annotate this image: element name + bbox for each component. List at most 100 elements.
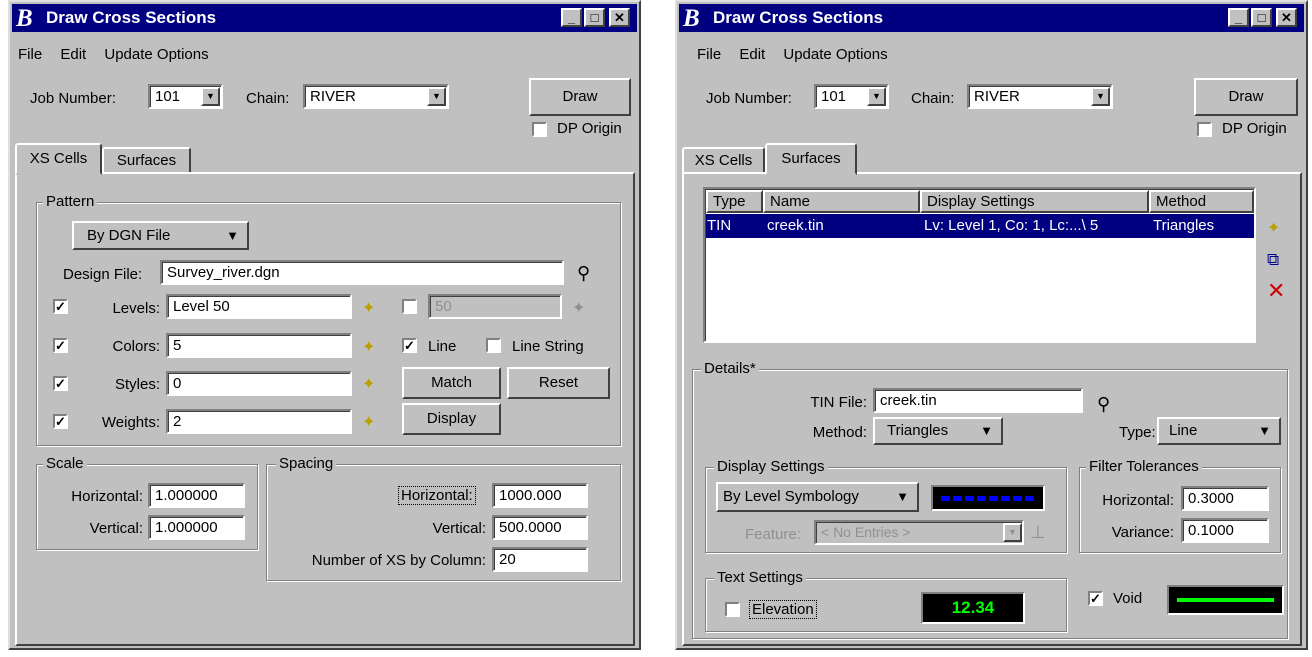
reset-button[interactable]: Reset — [507, 367, 610, 399]
text-preview[interactable]: 12.34 — [921, 592, 1025, 624]
column-header-method[interactable]: Method — [1149, 190, 1254, 213]
filter-horizontal-label: Horizontal: — [1102, 492, 1174, 509]
tab-surfaces[interactable]: Surfaces — [765, 143, 857, 175]
new-item-icon[interactable]: ✦ — [362, 298, 375, 318]
num-xs-field[interactable]: 20 — [492, 547, 588, 572]
column-header-type[interactable]: Type — [706, 190, 763, 213]
delete-icon[interactable]: ✕ — [1267, 278, 1285, 304]
colors-checkbox[interactable]: ✓ — [53, 338, 68, 353]
colors-field[interactable]: 5 — [166, 333, 352, 358]
filter-horizontal-field[interactable]: 0.3000 — [1181, 486, 1269, 511]
table-row[interactable]: TIN creek.tin Lv: Level 1, Co: 1, Lc:...… — [706, 214, 1254, 238]
line-checkbox[interactable]: ✓ — [402, 338, 417, 353]
menu-update-options[interactable]: Update Options — [104, 46, 208, 63]
cell-display-settings: Lv: Level 1, Co: 1, Lc:...\ 5 — [924, 217, 1099, 234]
chevron-down-icon[interactable]: ▼ — [1091, 87, 1110, 106]
dp-origin-label: DP Origin — [557, 120, 622, 137]
surfaces-table[interactable]: Type Name Display Settings Method TIN cr… — [703, 187, 1256, 343]
job-number-label: Job Number: — [30, 90, 116, 107]
scale-vertical-field[interactable]: 1.000000 — [148, 515, 245, 540]
menu-update-options[interactable]: Update Options — [783, 46, 887, 63]
dp-origin-checkbox[interactable] — [532, 122, 547, 137]
table-header: Type Name Display Settings Method — [706, 190, 1254, 213]
weights-checkbox[interactable]: ✓ — [53, 414, 68, 429]
styles-checkbox[interactable]: ✓ — [53, 376, 68, 391]
new-item-icon[interactable]: ✦ — [362, 337, 375, 357]
display-mode-select[interactable]: By Level Symbology ▼ — [716, 482, 919, 512]
design-file-field[interactable]: Survey_river.dgn — [160, 260, 564, 285]
close-button[interactable]: ✕ — [1276, 8, 1297, 27]
dp-origin-checkbox[interactable] — [1197, 122, 1212, 137]
type-select[interactable]: Line ▼ — [1157, 417, 1281, 445]
display-settings-title: Display Settings — [714, 458, 828, 475]
weights-field[interactable]: 2 — [166, 409, 352, 434]
chevron-down-icon[interactable]: ▼ — [201, 87, 220, 106]
chevron-down-icon: ▼ — [226, 228, 239, 243]
chevron-down-icon[interactable]: ▼ — [427, 87, 446, 106]
maximize-button[interactable]: □ — [1251, 8, 1272, 27]
right-dialog-window: B Draw Cross Sections _ □ ✕ File Edit Up… — [675, 0, 1308, 650]
spacing-horizontal-label[interactable]: Horizontal: — [398, 486, 476, 505]
levels-alt-field: 50 — [428, 294, 562, 319]
menu-edit[interactable]: Edit — [60, 46, 86, 63]
search-icon[interactable]: ⚲ — [1097, 394, 1110, 415]
text-preview-value: 12.34 — [951, 598, 995, 617]
chevron-down-icon: ▼ — [896, 489, 909, 504]
variance-field[interactable]: 0.1000 — [1181, 518, 1269, 543]
elevation-label[interactable]: Elevation — [749, 600, 817, 619]
add-surface-icon[interactable]: ✦ — [1267, 218, 1280, 238]
tin-file-field[interactable]: creek.tin — [873, 388, 1083, 413]
symbology-swatch[interactable] — [931, 485, 1045, 511]
match-button[interactable]: Match — [402, 367, 501, 399]
feature-select: < No Entries > — [814, 520, 1024, 545]
display-button[interactable]: Display — [402, 403, 501, 435]
app-logo-icon: B — [16, 5, 33, 32]
details-group-title: Details* — [701, 360, 759, 377]
left-menu-bar: File Edit Update Options — [18, 46, 223, 63]
search-icon[interactable]: ⚲ — [577, 263, 590, 284]
void-line-swatch[interactable] — [1167, 585, 1284, 615]
draw-button[interactable]: Draw — [529, 78, 631, 116]
method-select[interactable]: Triangles ▼ — [873, 417, 1003, 445]
draw-button[interactable]: Draw — [1194, 78, 1298, 116]
spacing-horizontal-field[interactable]: 1000.000 — [492, 483, 588, 508]
weights-label: Weights: — [101, 414, 160, 431]
column-header-name[interactable]: Name — [763, 190, 920, 213]
menu-file[interactable]: File — [18, 46, 42, 63]
void-checkbox[interactable]: ✓ — [1088, 591, 1103, 606]
right-menu-bar: File Edit Update Options — [697, 46, 902, 63]
minimize-button[interactable]: _ — [561, 8, 582, 27]
new-item-disabled-icon: ✦ — [572, 300, 586, 317]
app-logo-icon: B — [683, 5, 700, 32]
variance-label: Variance: — [1111, 524, 1174, 541]
line-string-checkbox[interactable] — [486, 338, 501, 353]
elevation-checkbox[interactable] — [725, 602, 740, 617]
styles-field[interactable]: 0 — [166, 371, 352, 396]
pattern-mode-select[interactable]: By DGN File ▼ — [72, 221, 249, 250]
right-title-bar[interactable]: B Draw Cross Sections _ □ ✕ — [679, 4, 1304, 32]
new-item-icon[interactable]: ✦ — [362, 412, 375, 432]
scale-horizontal-field[interactable]: 1.000000 — [148, 483, 245, 508]
levels-checkbox[interactable]: ✓ — [53, 299, 68, 314]
menu-edit[interactable]: Edit — [739, 46, 765, 63]
left-dialog-window: B Draw Cross Sections _ □ ✕ File Edit Up… — [8, 0, 641, 650]
minimize-button[interactable]: _ — [1228, 8, 1249, 27]
column-header-display-settings[interactable]: Display Settings — [920, 190, 1149, 213]
void-label: Void — [1113, 590, 1143, 607]
maximize-button[interactable]: □ — [584, 8, 605, 27]
dp-origin-label: DP Origin — [1222, 120, 1287, 137]
chevron-down-icon[interactable]: ▼ — [867, 87, 886, 106]
menu-file[interactable]: File — [697, 46, 721, 63]
spacing-vertical-field[interactable]: 500.0000 — [492, 515, 588, 540]
levels-alt-checkbox[interactable] — [402, 299, 417, 314]
tab-xs-cells[interactable]: XS Cells — [682, 147, 765, 172]
tin-file-label: TIN File: — [810, 394, 867, 411]
tab-xs-cells[interactable]: XS Cells — [15, 143, 102, 175]
tab-surfaces[interactable]: Surfaces — [102, 147, 191, 172]
close-button[interactable]: ✕ — [609, 8, 630, 27]
left-title-bar[interactable]: B Draw Cross Sections _ □ ✕ — [12, 4, 637, 32]
levels-field[interactable]: Level 50 — [166, 294, 352, 319]
new-item-icon[interactable]: ✦ — [362, 374, 375, 394]
chevron-down-icon: ▼ — [1003, 523, 1022, 542]
copy-icon[interactable]: ⧉ — [1267, 250, 1279, 270]
